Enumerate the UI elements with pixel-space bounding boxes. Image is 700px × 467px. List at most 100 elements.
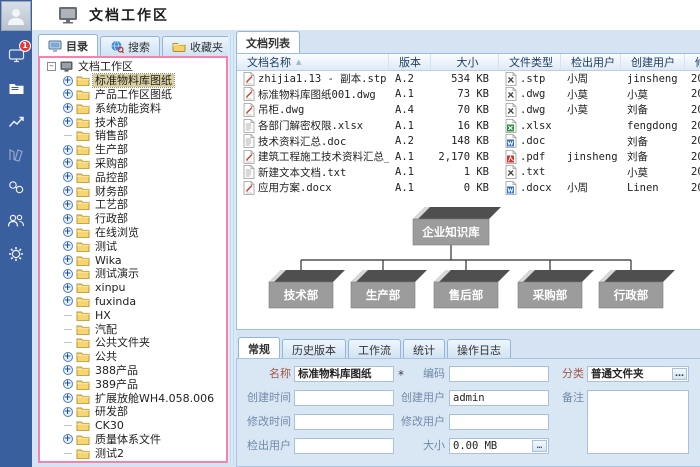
expand-icon[interactable]: + xyxy=(61,186,74,197)
org-node-child[interactable]: 技术部 xyxy=(269,270,345,308)
tree-item[interactable]: 销售部 xyxy=(45,129,226,143)
tree-item[interactable]: +xinpu xyxy=(45,281,226,295)
expand-icon[interactable]: + xyxy=(61,379,74,390)
tree-item[interactable]: +产品工作区图纸 xyxy=(45,88,226,102)
category-picker-button[interactable]: … xyxy=(672,368,687,380)
modify_user-field[interactable] xyxy=(449,414,549,430)
expand-icon[interactable]: + xyxy=(61,144,74,155)
tree-item[interactable]: +采购部 xyxy=(45,157,226,171)
expand-icon[interactable]: + xyxy=(61,434,74,445)
expand-icon[interactable]: + xyxy=(61,351,74,362)
org-node-child[interactable]: 生产部 xyxy=(351,270,427,308)
detail-tab[interactable]: 工作流 xyxy=(348,339,401,359)
expand-icon[interactable]: + xyxy=(61,199,74,210)
tree-item[interactable]: +技术部 xyxy=(45,115,226,129)
tree-item[interactable]: +工艺部 xyxy=(45,198,226,212)
share-icon[interactable] xyxy=(0,171,32,204)
table-row[interactable]: 吊柜.dwgA.470 KB.dwg小莫刘备20 xyxy=(237,102,700,118)
org-node-child[interactable]: 采购部 xyxy=(518,270,594,308)
column-header[interactable]: 检出用户 xyxy=(561,54,621,70)
column-header[interactable]: 文件类型 xyxy=(499,54,561,70)
tree-item[interactable]: +品控部 xyxy=(45,170,226,184)
tree-item[interactable]: CK30 xyxy=(45,419,226,433)
tree-item[interactable]: 测试2 xyxy=(45,446,226,460)
detail-tab[interactable]: 常规 xyxy=(238,337,280,359)
tab-document-list[interactable]: 文档列表 xyxy=(236,31,300,53)
tab-favorites[interactable]: 收藏夹 xyxy=(162,36,233,56)
modify_time-field[interactable] xyxy=(294,414,394,430)
expand-icon[interactable]: + xyxy=(61,393,74,404)
documents-icon[interactable] xyxy=(0,72,32,105)
tree-item[interactable]: HX xyxy=(45,308,226,322)
org-node-child[interactable]: 售后部 xyxy=(434,270,510,308)
tree-item[interactable]: +测试 xyxy=(45,239,226,253)
expand-icon[interactable]: + xyxy=(61,365,74,376)
code-field[interactable] xyxy=(449,366,549,382)
tree-item[interactable]: +质量体系文件 xyxy=(45,433,226,447)
tree-item[interactable]: +扩展放舱WH4.058.006 xyxy=(45,391,226,405)
table-row[interactable]: zhijia1.13 - 副本.stpA.2534 KB.stp小周jinshe… xyxy=(237,71,700,87)
tab-search[interactable]: 搜索 xyxy=(100,36,160,56)
expand-icon[interactable]: + xyxy=(61,255,74,266)
tree-item[interactable]: +系统功能资料 xyxy=(45,101,226,115)
tree-item[interactable]: 公共文件夹 xyxy=(45,336,226,350)
table-row[interactable]: 建筑工程施工技术资料汇总_...A.12,170 KB.pdfjinsheng刘… xyxy=(237,149,700,165)
table-row[interactable]: 标准物料库图纸001.dwgA.173 KB.dwg小莫小莫20 xyxy=(237,87,700,103)
detail-tab[interactable]: 历史版本 xyxy=(282,339,346,359)
column-header[interactable]: 修改时间 xyxy=(685,54,700,70)
expand-icon[interactable]: + xyxy=(61,172,74,183)
tree-item[interactable]: +388产品 xyxy=(45,364,226,378)
table-row[interactable]: 应用方案.docxA.10 KB.docx小周Linen20 xyxy=(237,180,700,196)
tree-item[interactable]: +行政部 xyxy=(45,212,226,226)
expand-icon[interactable]: + xyxy=(61,227,74,238)
report-icon[interactable] xyxy=(0,138,32,171)
column-header[interactable]: 创建用户 xyxy=(621,54,685,70)
avatar[interactable] xyxy=(1,1,31,31)
table-row[interactable]: 新建文本文档.txtA.11 KB.txt小莫20 xyxy=(237,165,700,181)
expand-icon[interactable]: + xyxy=(61,89,74,100)
tree-item[interactable]: +公共 xyxy=(45,350,226,364)
vertical-splitter[interactable] xyxy=(228,34,236,463)
size-picker-button[interactable]: … xyxy=(532,440,547,452)
collapse-icon[interactable]: – xyxy=(45,61,58,72)
tree-item[interactable]: +财务部 xyxy=(45,184,226,198)
name-field[interactable]: 标准物料库图纸 xyxy=(294,366,394,382)
expand-icon[interactable]: + xyxy=(61,158,74,169)
category-field[interactable]: 普通文件夹… xyxy=(587,366,689,382)
create_time-field[interactable] xyxy=(294,390,394,406)
tree-item[interactable]: +Wika xyxy=(45,253,226,267)
expand-icon[interactable]: + xyxy=(61,406,74,417)
expand-icon[interactable]: + xyxy=(61,117,74,128)
expand-icon[interactable]: + xyxy=(61,296,74,307)
column-header[interactable]: 文档名称▲ xyxy=(237,54,389,70)
size-field[interactable]: 0.00 MB… xyxy=(449,438,549,454)
desktop-icon[interactable]: 1 xyxy=(0,39,32,72)
remark-field[interactable] xyxy=(587,390,689,454)
table-row[interactable]: 技术资料汇总.docA.2148 KB.doc刘备20 xyxy=(237,133,700,149)
checkout_user-field[interactable] xyxy=(294,438,394,454)
expand-icon[interactable]: + xyxy=(61,282,74,293)
users-icon[interactable] xyxy=(0,204,32,237)
expand-icon[interactable]: + xyxy=(61,241,74,252)
tree-item[interactable]: +测试演示 xyxy=(45,267,226,281)
column-header[interactable]: 版本 xyxy=(389,54,431,70)
tree-item[interactable]: +在线浏览 xyxy=(45,226,226,240)
tree-item[interactable]: +389产品 xyxy=(45,377,226,391)
tab-catalog[interactable]: 目录 xyxy=(38,34,98,56)
column-header[interactable]: 大小 xyxy=(431,54,499,70)
detail-tab[interactable]: 操作日志 xyxy=(447,339,511,359)
trend-icon[interactable] xyxy=(0,105,32,138)
expand-icon[interactable]: + xyxy=(61,75,74,86)
expand-icon[interactable]: + xyxy=(61,213,74,224)
expand-icon[interactable]: + xyxy=(61,268,74,279)
detail-tab[interactable]: 统计 xyxy=(403,339,445,359)
settings-icon[interactable] xyxy=(0,237,32,270)
tree-item[interactable]: –文档工作区 xyxy=(45,60,226,74)
tree-item[interactable]: 汽配 xyxy=(45,322,226,336)
tree-item[interactable]: +标准物料库图纸 xyxy=(45,74,226,88)
org-node-child[interactable]: 行政部 xyxy=(599,270,675,308)
tree-item[interactable]: +fuxinda xyxy=(45,295,226,309)
tree-item[interactable]: +研发部 xyxy=(45,405,226,419)
org-node-root[interactable]: 企业知识库 xyxy=(413,207,501,245)
create_user-field[interactable]: admin xyxy=(449,390,549,406)
